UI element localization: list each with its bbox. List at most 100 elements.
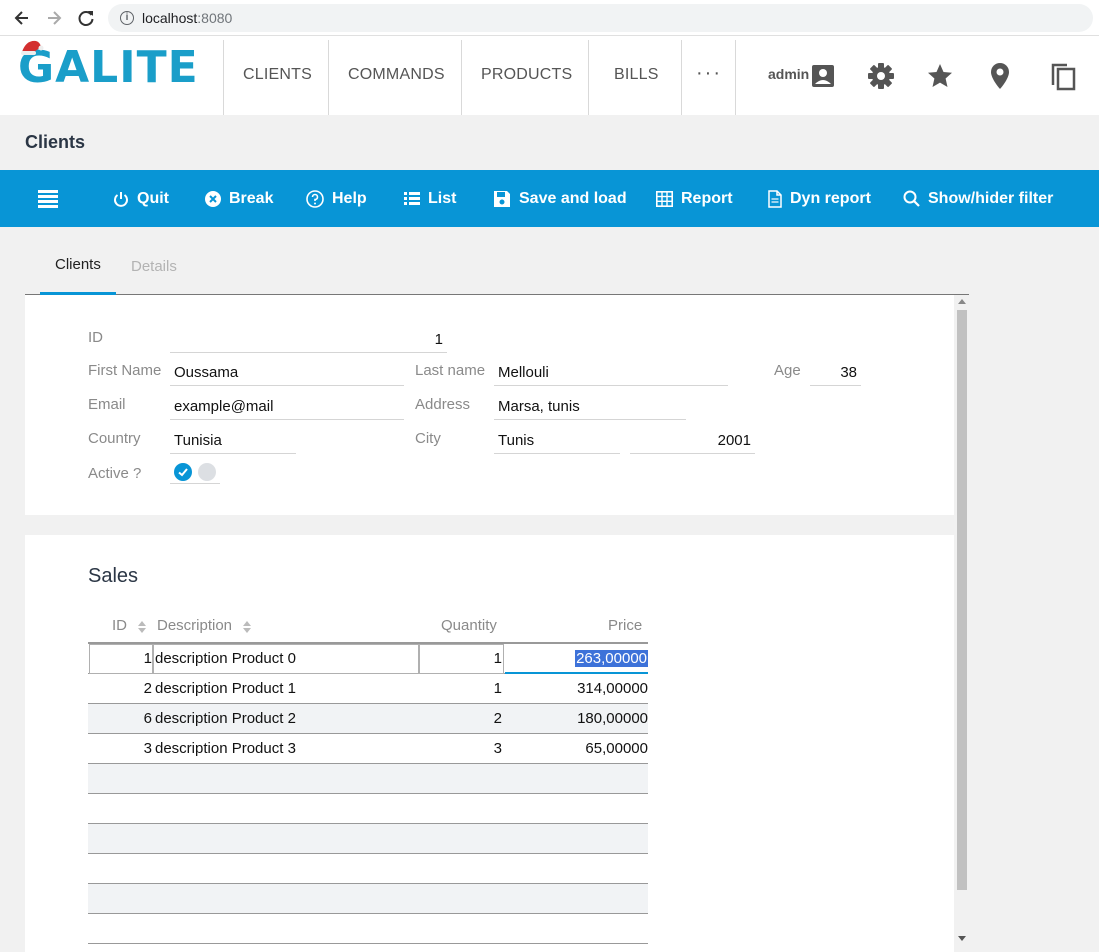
list-button[interactable]: List [404,170,456,227]
empty-table-row[interactable] [88,914,648,944]
scroll-down-arrow-icon[interactable] [958,936,966,941]
list-icon [404,191,420,205]
address-bar[interactable]: i localhost:8080 [108,4,1093,32]
empty-table-row[interactable] [88,824,648,854]
age-label: Age [774,362,801,379]
email-field[interactable]: example@mail [170,393,404,420]
logo[interactable]: GALITE [18,40,198,93]
menu-icon[interactable] [38,190,58,208]
country-label: Country [88,430,141,447]
url-port: :8080 [197,10,233,26]
cell-description: description Product 0 [155,650,296,667]
cell-quantity: 1 [493,650,502,667]
column-header-id[interactable]: ID [112,617,127,634]
reload-icon[interactable] [75,7,97,29]
forward-arrow-icon[interactable] [43,7,65,29]
address-field[interactable]: Marsa, tunis [494,393,686,420]
table-row[interactable]: 2 description Product 1 1 314,00000 [88,674,648,704]
last-name-field[interactable]: Mellouli [494,359,728,386]
cell-description: description Product 1 [155,680,296,697]
menu-separator [588,40,589,115]
break-label: Break [229,189,274,207]
menu-more-button[interactable]: ··· [696,62,722,85]
menu-separator [735,40,736,115]
table-row[interactable]: 3 description Product 3 3 65,00000 [88,734,648,764]
city-field[interactable]: Tunis [494,427,620,454]
santa-hat-icon [21,40,44,55]
menu-commands[interactable]: COMMANDS [348,66,445,84]
table-row[interactable]: 6 description Product 2 2 180,00000 [88,704,648,734]
sort-icon[interactable] [137,619,147,635]
age-field[interactable]: 38 [810,359,861,386]
client-form-panel: ID 1 First Name Oussama Last name Mellou… [25,295,954,515]
list-label: List [428,189,457,207]
table-icon [656,190,673,207]
table-row[interactable]: 1 description Product 0 1 263,00000 [88,644,648,674]
location-pin-icon[interactable] [989,62,1011,90]
quit-button[interactable]: Quit [113,170,169,227]
back-arrow-icon[interactable] [11,7,33,29]
help-button[interactable]: Help [306,170,367,227]
account-box-icon[interactable] [811,64,835,88]
column-header-description[interactable]: Description [157,617,232,634]
active-no-toggle[interactable] [198,463,216,481]
address-label: Address [415,396,471,413]
sales-title: Sales [88,565,139,587]
column-header-price[interactable]: Price [608,617,642,634]
tab-bar: Clients Details [25,227,969,295]
id-label: ID [88,329,103,346]
cell-id: 2 [143,680,152,697]
empty-table-row[interactable] [88,794,648,824]
page-title-bar: Clients [0,115,1099,170]
empty-table-row[interactable] [88,884,648,914]
document-icon [768,189,782,208]
cell-price: 180,00000 [577,710,648,727]
user-name[interactable]: admin [768,66,809,82]
cell-quantity: 3 [493,740,502,757]
cell-price-selected[interactable]: 263,00000 [575,650,648,667]
scrollbar-thumb[interactable] [957,310,967,890]
column-header-quantity[interactable]: Quantity [441,617,497,634]
copy-icon[interactable] [1049,61,1077,91]
quantity-cell-editor[interactable] [419,644,504,674]
empty-table-row[interactable] [88,764,648,794]
app-header: GALITE CLIENTS COMMANDS PRODUCTS BILLS ·… [0,36,1099,115]
dyn-report-button[interactable]: Dyn report [768,170,871,227]
cell-description: description Product 3 [155,740,296,757]
first-name-label: First Name [88,362,162,379]
empty-table-row[interactable] [88,854,648,884]
report-button[interactable]: Report [656,170,733,227]
page-title: Clients [25,132,86,152]
menu-separator [223,40,224,115]
email-label: Email [88,396,126,413]
active-yes-toggle[interactable] [174,463,192,481]
first-name-field[interactable]: Oussama [170,359,404,386]
id-field[interactable]: 1 [170,326,447,353]
gear-icon[interactable] [867,62,895,90]
menu-bills[interactable]: BILLS [614,66,659,84]
tab-clients[interactable]: Clients [55,256,101,273]
cell-id: 3 [143,740,152,757]
logo-text: GALITE [18,42,199,93]
info-icon[interactable]: i [120,11,134,25]
help-label: Help [332,189,367,207]
show-hide-filter-button[interactable]: Show/hider filter [903,170,1053,227]
sort-icon[interactable] [242,619,252,635]
scroll-up-arrow-icon[interactable] [958,299,966,304]
power-icon [114,191,128,207]
cell-quantity: 2 [493,710,502,727]
zip-code-field[interactable]: 2001 [630,427,755,454]
save-and-load-button[interactable]: Save and load [493,170,627,227]
tab-details[interactable]: Details [131,258,177,275]
toggle-underline [170,483,220,484]
filter-label: Show/hider filter [928,189,1054,207]
menu-products[interactable]: PRODUCTS [481,66,572,84]
url-host: localhost [142,10,198,26]
save-icon [494,190,510,207]
star-icon[interactable] [927,63,953,89]
sales-panel: Sales ID Description Quantity Price 1 de… [25,535,954,952]
browser-toolbar: i localhost:8080 [0,0,1099,36]
menu-clients[interactable]: CLIENTS [243,66,312,84]
country-field[interactable]: Tunisia [170,427,296,454]
break-button[interactable]: Break [205,170,273,227]
